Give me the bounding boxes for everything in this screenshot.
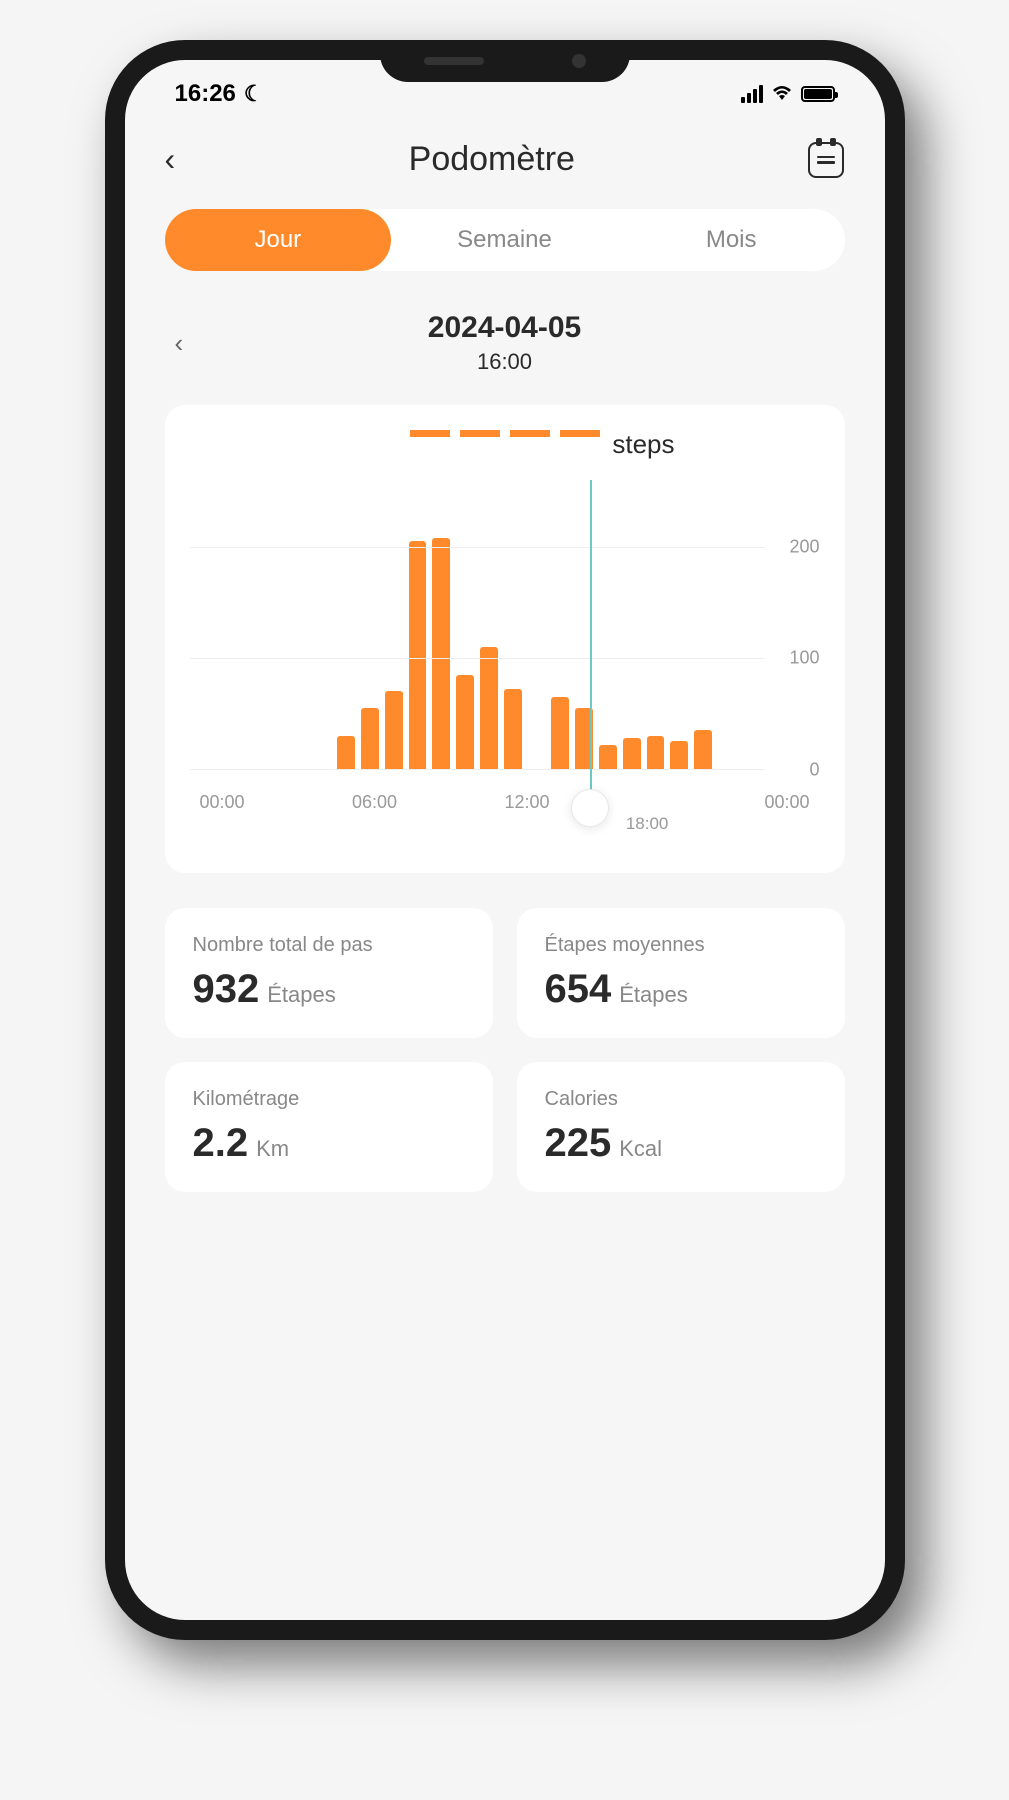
stat-total-steps: Nombre total de pas 932 Étapes: [165, 908, 493, 1038]
xtick-label: 12:00: [505, 792, 550, 813]
chart-plot-area[interactable]: 18:00: [190, 480, 765, 770]
stat-avg-steps: Étapes moyennes 654 Étapes: [517, 908, 845, 1038]
back-button[interactable]: ‹: [165, 141, 176, 178]
page-header: ‹ Podomètre: [125, 120, 885, 199]
stat-value: 225: [545, 1121, 612, 1166]
chart-tooltip-dashes: [410, 430, 600, 437]
time-display: 16:00: [428, 349, 581, 375]
wifi-icon: [771, 83, 793, 106]
ytick-label: 100: [789, 648, 819, 669]
chart-cursor-line: [590, 480, 592, 819]
stat-value: 2.2: [193, 1121, 249, 1166]
date-display: 2024-04-05: [428, 311, 581, 345]
stat-unit: Kcal: [619, 1136, 662, 1162]
chart-bar: [694, 730, 712, 769]
chart-bar: [385, 691, 403, 769]
chart-bar: [599, 745, 617, 769]
chart-bar: [647, 736, 665, 769]
tab-week[interactable]: Semaine: [391, 209, 618, 271]
xtick-label: 06:00: [352, 792, 397, 813]
stat-distance: Kilométrage 2.2 Km: [165, 1062, 493, 1192]
chart-bar: [504, 689, 522, 769]
screen: 16:26 ☾ ‹ Podomètre Jour Semaine Mois: [125, 60, 885, 1620]
date-navigator: ‹ 2024-04-05 16:00: [125, 301, 885, 405]
moon-icon: ☾: [244, 81, 264, 107]
chart-bar: [480, 647, 498, 769]
stat-value: 654: [545, 967, 612, 1012]
period-tabs: Jour Semaine Mois: [165, 209, 845, 271]
tab-day[interactable]: Jour: [165, 209, 392, 271]
phone-frame: 16:26 ☾ ‹ Podomètre Jour Semaine Mois: [105, 40, 905, 1640]
stat-value: 932: [193, 967, 260, 1012]
chart-bar: [670, 741, 688, 769]
chart-xaxis: 00:00 06:00 12:00 00:00: [190, 792, 820, 843]
ytick-label: 0: [809, 760, 819, 781]
stat-unit: Km: [256, 1136, 289, 1162]
stats-grid: Nombre total de pas 932 Étapes Étapes mo…: [165, 908, 845, 1192]
stat-calories: Calories 225 Kcal: [517, 1062, 845, 1192]
signal-icon: [741, 85, 763, 103]
chart-bar: [456, 675, 474, 769]
calendar-button[interactable]: [808, 142, 844, 178]
chart-bar: [361, 708, 379, 769]
chart-bar: [409, 541, 427, 769]
battery-icon: [801, 86, 835, 102]
stat-unit: Étapes: [267, 982, 336, 1008]
chart-bar: [432, 538, 450, 769]
chart-bar: [623, 738, 641, 769]
stat-unit: Étapes: [619, 982, 688, 1008]
ytick-label: 200: [789, 536, 819, 557]
chart-cursor-label: 18:00: [626, 814, 669, 834]
chart-cursor-handle[interactable]: [571, 789, 609, 827]
chart-yaxis: 0100200: [765, 480, 820, 770]
chart-tooltip-label: steps: [612, 429, 674, 460]
tab-month[interactable]: Mois: [618, 209, 845, 271]
date-prev-button[interactable]: ‹: [175, 328, 184, 359]
chart-bar: [551, 697, 569, 769]
xtick-label: 00:00: [200, 792, 245, 813]
phone-notch: [380, 40, 630, 82]
page-title: Podomètre: [409, 140, 575, 179]
steps-chart-card: steps 18:00 0 100 200 00:00 06:00 12:00 00:00: [165, 405, 845, 873]
status-time: 16:26: [175, 80, 236, 108]
chart-bar: [337, 736, 355, 769]
xtick-label: 00:00: [764, 792, 809, 813]
